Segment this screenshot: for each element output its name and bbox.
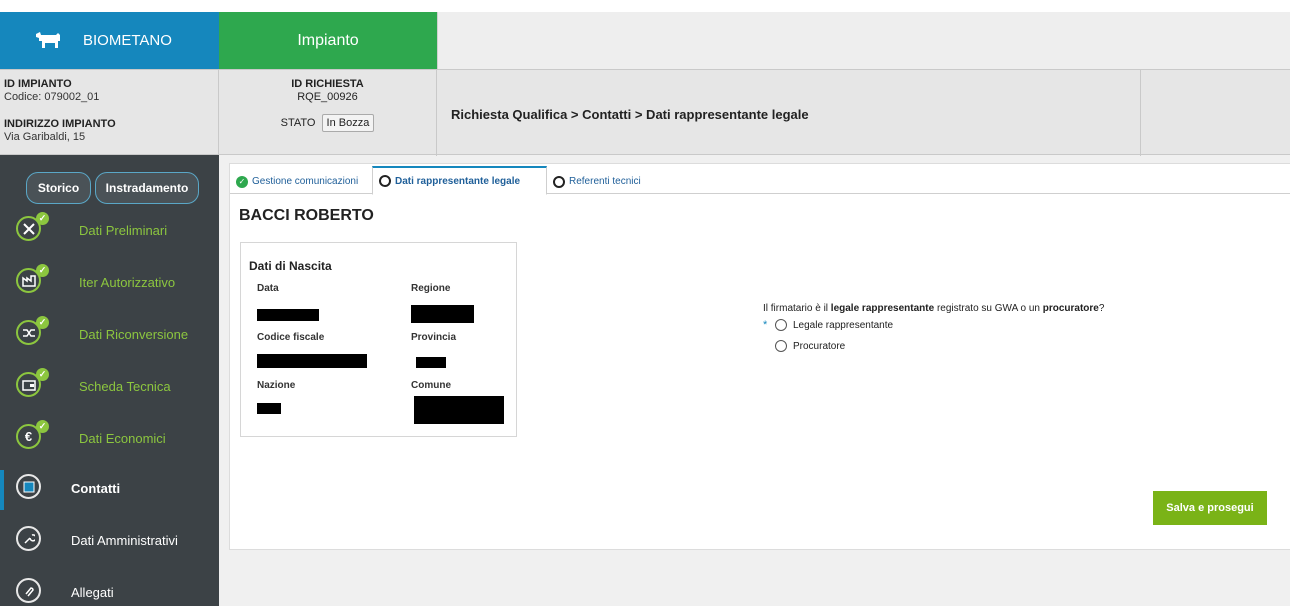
question-text: ? (1098, 303, 1105, 314)
richiesta-value: RQE_00926 (297, 91, 358, 103)
data-label: Data (257, 283, 279, 294)
redacted-data (257, 309, 319, 321)
provincia-label: Provincia (411, 332, 457, 343)
radio-button[interactable] (775, 319, 787, 331)
impianto-info: ID IMPIANTO Codice: 079002_01 INDIRIZZO … (0, 70, 219, 156)
sidebar-item-contatti[interactable]: Contatti (0, 465, 219, 515)
wrench-icon (16, 526, 41, 551)
question-text: registrato su GWA o un (934, 303, 1043, 314)
sidebar-item-dati-riconversione[interactable]: ✓ Dati Riconversione (0, 311, 219, 361)
brand-label: BIOMETANO (83, 32, 172, 49)
tab-referenti-tecnici[interactable]: Referenti tecnici (553, 169, 641, 194)
stato-row: STATO In Bozza (219, 114, 436, 132)
tab-dati-rappresentante-legale[interactable]: Dati rappresentante legale (372, 166, 547, 195)
redacted-provincia (416, 357, 446, 368)
check-circle-icon: ✓ (236, 175, 248, 188)
tab-label: Gestione comunicazioni (252, 176, 359, 187)
required-mark: * (763, 319, 768, 331)
redacted-nazione (257, 403, 281, 414)
stato-label: STATO (280, 117, 316, 129)
address-label: INDIRIZZO IMPIANTO (4, 118, 116, 130)
instradamento-button[interactable]: Instradamento (95, 172, 199, 204)
check-icon: ✓ (36, 316, 49, 329)
comune-label: Comune (411, 380, 451, 391)
paperclip-icon (16, 578, 41, 603)
top-right-area (437, 12, 1290, 69)
check-icon: ✓ (36, 212, 49, 225)
codice-fiscale-label: Codice fiscale (257, 332, 325, 343)
nazione-label: Nazione (257, 380, 296, 391)
sidebar-item-dati-economici[interactable]: € ✓ Dati Economici (0, 415, 219, 465)
sidebar-item-label: Iter Autorizzativo (79, 275, 176, 290)
question-bold: procuratore (1042, 303, 1099, 314)
birth-card-title: Dati di Nascita (249, 259, 332, 273)
address-value: Via Garibaldi, 15 (4, 131, 86, 143)
birth-data-card: Dati di Nascita Data Regione Codice fisc… (240, 242, 517, 437)
redacted-comune (414, 396, 504, 424)
radio-label: Procuratore (793, 340, 846, 352)
impianto-tab[interactable]: Impianto (219, 12, 437, 69)
top-strip (0, 0, 1290, 12)
sidebar-item-label: Scheda Tecnica (79, 379, 171, 394)
impianto-id-label: ID IMPIANTO (4, 78, 72, 90)
radio-button[interactable] (775, 340, 787, 352)
check-icon: ✓ (36, 368, 49, 381)
redacted-regione (411, 305, 474, 323)
question-text: Il firmatario è il (763, 303, 831, 314)
radio-procuratore[interactable]: Procuratore (763, 340, 845, 352)
circle-icon (553, 175, 565, 188)
sidebar-item-allegati[interactable]: Allegati (0, 569, 219, 606)
check-icon: ✓ (36, 420, 49, 433)
sidebar-item-dati-preliminari[interactable]: ✓ Dati Preliminari (0, 207, 219, 257)
sidebar: Storico Instradamento ✓ Dati Preliminari… (0, 155, 219, 606)
info-empty-cell (1141, 70, 1290, 156)
check-icon: ✓ (36, 264, 49, 277)
sidebar-item-label: Allegati (71, 585, 114, 600)
contacts-icon (16, 474, 41, 499)
sidebar-item-label: Dati Economici (79, 431, 166, 446)
save-and-continue-button[interactable]: Salva e prosegui (1153, 491, 1267, 525)
question-bold: legale rappresentante (830, 303, 935, 314)
info-bar: ID IMPIANTO Codice: 079002_01 INDIRIZZO … (0, 69, 1290, 156)
impianto-code: Codice: 079002_01 (4, 91, 100, 103)
firmatario-question: Il firmatario è il legale rappresentante… (763, 303, 1104, 314)
sidebar-item-label: Dati Amministrativi (71, 533, 178, 548)
breadcrumb: Richiesta Qualifica > Contatti > Dati ra… (437, 70, 1141, 156)
status-badge: In Bozza (321, 114, 375, 132)
brand-tab[interactable]: BIOMETANO (0, 12, 219, 69)
richiesta-label: ID RICHIESTA (291, 78, 364, 90)
regione-label: Regione (411, 283, 451, 294)
redacted-codice-fiscale (257, 354, 367, 368)
person-name: BACCI ROBERTO (239, 207, 374, 224)
sidebar-item-iter-autorizzativo[interactable]: ✓ Iter Autorizzativo (0, 259, 219, 309)
tab-bar: ✓ Gestione comunicazioni Dati rappresent… (230, 164, 1290, 195)
tab-gestione-comunicazioni[interactable]: ✓ Gestione comunicazioni (236, 169, 358, 194)
radio-label: Legale rappresentante (793, 319, 894, 331)
radio-legale-rappresentante[interactable]: * Legale rappresentante (763, 319, 893, 331)
tab-label: Referenti tecnici (569, 176, 641, 187)
storico-button[interactable]: Storico (26, 172, 91, 204)
cow-icon (36, 32, 60, 48)
circle-icon (379, 175, 391, 187)
sidebar-item-label: Dati Preliminari (79, 223, 168, 238)
sidebar-item-scheda-tecnica[interactable]: ✓ Scheda Tecnica (0, 363, 219, 413)
tab-label: Dati rappresentante legale (395, 175, 521, 187)
sidebar-item-label: Contatti (71, 481, 121, 496)
richiesta-info: ID RICHIESTA RQE_00926 STATO In Bozza (219, 70, 437, 156)
sidebar-item-dati-amministrativi[interactable]: Dati Amministrativi (0, 517, 219, 567)
sidebar-item-label: Dati Riconversione (79, 327, 189, 342)
main-panel: ✓ Gestione comunicazioni Dati rappresent… (229, 163, 1290, 550)
